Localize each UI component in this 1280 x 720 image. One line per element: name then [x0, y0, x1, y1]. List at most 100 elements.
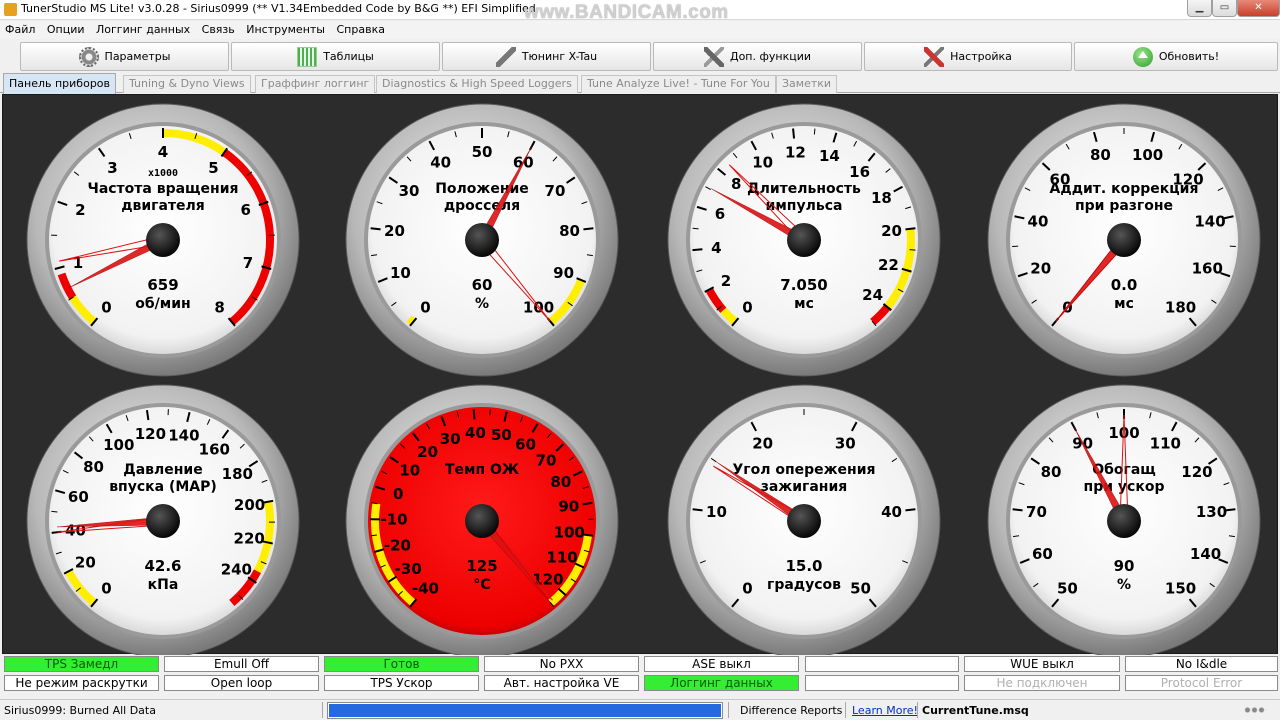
gauge-multiplier: x1000	[148, 168, 178, 179]
maximize-button[interactable]: ▭	[1212, 0, 1237, 17]
status-indicator: Авт. настройка VE	[484, 675, 639, 691]
status-indicator: Open loop	[164, 675, 319, 691]
extra-functions-button[interactable]: Доп. функции	[653, 42, 862, 71]
gauge-tick-label: 240	[221, 561, 252, 579]
menu-data-logging[interactable]: Логгинг данных	[91, 21, 193, 36]
learn-more-link[interactable]: Learn More!	[852, 704, 918, 717]
gauge-tick-label: 20	[384, 222, 405, 240]
gauge-tick-label: 5	[208, 159, 218, 177]
update-button[interactable]: Обновить!	[1074, 42, 1278, 71]
gauge-title: при разгоне	[1075, 198, 1173, 214]
gauge-tick-label: 50	[491, 426, 512, 444]
toolbar: Параметры Таблицы Тюнинг X-Tau Доп. функ…	[0, 40, 1280, 73]
status-separator	[322, 702, 323, 718]
gauge-tick	[370, 227, 381, 231]
tuning-button[interactable]: Тюнинг X-Tau	[442, 42, 651, 71]
status-indicator	[805, 656, 959, 672]
gauge-unit: мс	[1114, 296, 1134, 312]
gauge: 012345678x1000Частота вращениядвигателя6…	[26, 103, 300, 377]
gauge-value: 7.050	[780, 276, 827, 294]
gauge-tick	[905, 227, 916, 231]
progress-bar	[327, 702, 723, 719]
menu-bar: Файл Опции Логгинг данных Связь Инструме…	[0, 21, 1280, 39]
menu-communications[interactable]: Связь	[197, 21, 238, 36]
gauge-hub	[146, 504, 180, 538]
gauge-tick-label: 50	[1057, 579, 1078, 597]
gauge-tick-label: 16	[849, 163, 870, 181]
gauge-tick-label: 4	[158, 143, 168, 161]
tab-notes[interactable]: Заметки	[776, 75, 838, 93]
menu-file[interactable]: Файл	[0, 21, 38, 36]
gauge-unit: %	[475, 296, 489, 312]
tab-tuning-dyno[interactable]: Tuning & Dyno Views	[123, 75, 251, 93]
gauge-tick	[792, 128, 796, 139]
gauge-tick-label: 110	[1150, 434, 1181, 452]
gauge-tick-label: 80	[1041, 463, 1062, 481]
title-bar: TunerStudio MS Lite! v3.0.28 - Sirius099…	[0, 0, 1280, 23]
close-button[interactable]: ✕	[1237, 0, 1280, 17]
menu-help[interactable]: Справка	[331, 21, 387, 36]
gauge-tick-label: 0	[101, 298, 111, 316]
menu-tools[interactable]: Инструменты	[241, 21, 328, 36]
gauge-hub	[465, 223, 499, 257]
gauge-tick	[1012, 508, 1023, 512]
gauge-tick-label: 30	[835, 434, 856, 452]
gauge-title: Темп ОЖ	[445, 462, 519, 478]
extra-functions-label: Доп. функции	[729, 50, 812, 63]
gauge-value: 125	[466, 557, 497, 575]
gauge-tick	[145, 410, 150, 421]
gauge-hub	[787, 223, 821, 257]
gauge-hub	[1107, 223, 1141, 257]
menu-options[interactable]: Опции	[42, 21, 88, 36]
gauge: 0102030405060708090100Положениедросселя6…	[345, 103, 619, 377]
gauge-tick-label: 100	[554, 524, 585, 542]
tunerstudio-window: TunerStudio MS Lite! v3.0.28 - Sirius099…	[0, 0, 1280, 720]
gauge-title: двигателя	[121, 198, 205, 214]
gauge-tick-label: 8	[214, 298, 224, 316]
gauge-unit: %	[1117, 577, 1131, 593]
difference-reports-label[interactable]: Difference Reports	[740, 704, 842, 717]
gauge-tick	[909, 249, 916, 251]
tables-button[interactable]: Таблицы	[231, 42, 440, 71]
gauge-tick	[905, 508, 916, 512]
tab-diagnostics[interactable]: Diagnostics & High Speed Loggers	[376, 75, 578, 93]
status-bar: Sirius0999: Burned All Data Difference R…	[0, 699, 1280, 720]
gauge-tick-label: 90	[553, 264, 574, 282]
gear-icon	[78, 46, 99, 67]
gauge-tick-label: 10	[706, 503, 727, 521]
gauge-value: 90	[1114, 557, 1135, 575]
gauge-unit: градусов	[767, 577, 841, 593]
gauge-hub	[146, 223, 180, 257]
tab-dashboard[interactable]: Панель приборов	[3, 73, 117, 94]
settings-button[interactable]: Настройка	[864, 42, 1072, 71]
gauge-tick-label: -40	[412, 579, 439, 597]
gauge-value: 659	[147, 276, 178, 294]
gauge-tick-label: 0	[101, 579, 111, 597]
settings-label: Настройка	[950, 50, 1012, 63]
status-indicators: TPS Замедл Не режим раскрутки Emull Off Ope…	[0, 656, 1280, 696]
gauge-tick-label: 20	[881, 222, 902, 240]
gauge-tick	[692, 508, 703, 512]
gauge-tick-label: 20	[417, 443, 438, 461]
gauge-title: импульса	[766, 198, 843, 214]
minimize-button[interactable]: ▁	[1187, 0, 1212, 17]
window-title: TunerStudio MS Lite! v3.0.28 - Sirius099…	[21, 2, 536, 15]
gauge-tick-label: 70	[545, 182, 566, 200]
gauge-title: Аддит. коррекция	[1050, 181, 1199, 197]
gauge-tick-label: 100	[1132, 146, 1163, 164]
parameters-button[interactable]: Параметры	[20, 42, 229, 71]
gauge-tick-label: 200	[234, 496, 265, 514]
tab-graphing-logging[interactable]: Граффинг логгинг	[255, 75, 376, 93]
progress-fill	[329, 704, 721, 717]
wrench-icon	[495, 46, 516, 67]
tab-tune-analyze[interactable]: Tune Analyze Live! - Tune For You	[581, 75, 776, 93]
gauge-value: 15.0	[785, 557, 822, 575]
gauge-tick-label: 10	[752, 153, 773, 171]
gauge-tick-label: 20	[1030, 259, 1051, 277]
gauge-tick-label: 60	[68, 488, 89, 506]
gauge-tick-label: 4	[711, 239, 721, 257]
gauge-tick	[583, 227, 594, 231]
gauge-tick-label: 80	[559, 222, 580, 240]
gauge-tick-label: 40	[1028, 212, 1049, 230]
gauge-tick-label: 20	[75, 553, 96, 571]
